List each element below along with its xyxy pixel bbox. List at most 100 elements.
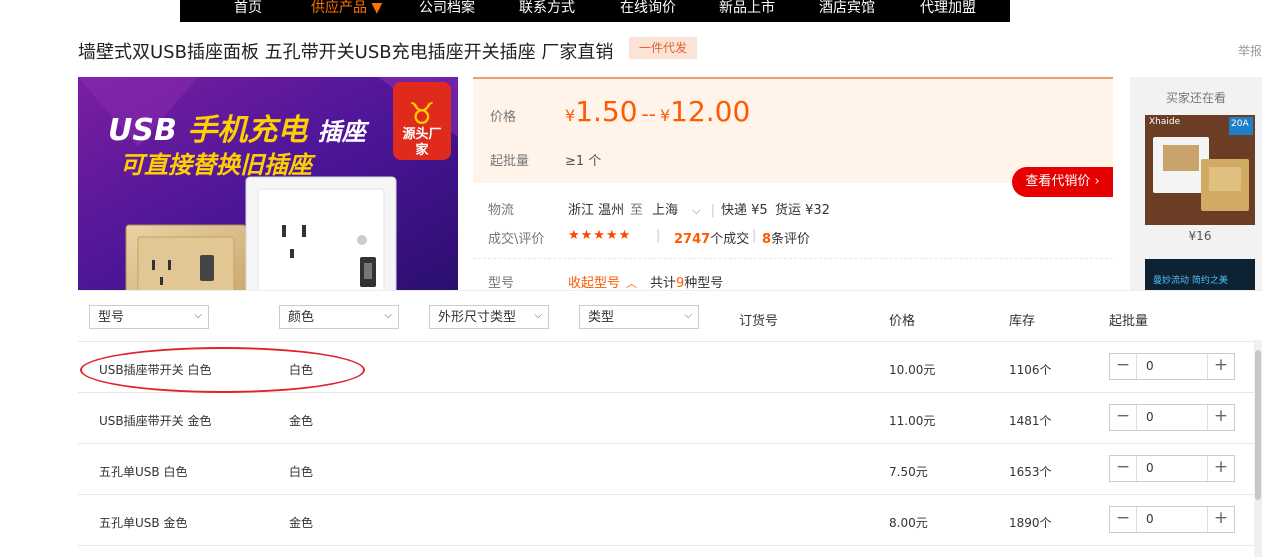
nav-contact[interactable]: 联系方式 xyxy=(519,0,575,22)
model-filter-label: 型号 xyxy=(98,310,125,325)
plus-icon[interactable]: + xyxy=(1207,456,1234,481)
banner-source-badge: 源头厂家 xyxy=(402,127,442,158)
banner-socket-text: 插座 xyxy=(317,118,366,146)
variant-table: 型号 ⌵ 颜色 ⌵ 外形尺寸类型 ⌵ 类型 ⌵ 订货号 价格 库存 起批量 USB插座带… xyxy=(78,290,1262,558)
rating-stars: ★★★★★ xyxy=(568,228,632,243)
also-viewed-thumb[interactable]: Xhaide 20A xyxy=(1145,115,1255,225)
type-filter-label: 类型 xyxy=(588,310,615,325)
header-moq: 起批量 xyxy=(1109,314,1149,329)
report-link[interactable]: 举报 xyxy=(1238,42,1262,59)
table-scrollbar-thumb[interactable] xyxy=(1255,350,1261,500)
banner-line1: USB 手机充电 插座 xyxy=(108,105,366,149)
row-stock: 1106个 xyxy=(1009,363,1052,377)
table-row: USB插座带开关 金色 金色 11.00元 1481个 − 0 + xyxy=(78,392,1254,444)
row-price: 11.00元 xyxy=(889,414,936,428)
quantity-stepper: − 0 + xyxy=(1109,506,1235,533)
plus-icon[interactable]: + xyxy=(1207,507,1234,532)
chevron-down-icon: ⌵ xyxy=(384,310,392,321)
minus-icon[interactable]: − xyxy=(1110,405,1137,430)
also-viewed-panel: 买家还在看 Xhaide 20A ¥16 曼妙流动 简约之美 xyxy=(1130,77,1262,290)
divider: | xyxy=(656,228,661,243)
quantity-input[interactable]: 0 xyxy=(1146,359,1154,373)
banner-usb-text: USB xyxy=(108,113,177,148)
logistics-label: 物流 xyxy=(488,203,515,218)
price-separator: -- xyxy=(641,102,656,126)
minus-icon[interactable]: − xyxy=(1110,354,1137,379)
switch-product-image xyxy=(1145,115,1255,225)
also-viewed-thumb-2[interactable]: 曼妙流动 简约之美 xyxy=(1145,259,1255,290)
banner-charging-text: 手机充电 xyxy=(187,113,308,148)
review-count[interactable]: 8条评价 xyxy=(762,228,810,247)
review-count-number: 8 xyxy=(762,232,772,247)
nav-products[interactable]: 供应产品 ▼ xyxy=(311,0,382,22)
minus-icon[interactable]: − xyxy=(1110,507,1137,532)
row-price: 7.50元 xyxy=(889,465,928,479)
model-label: 型号 xyxy=(488,276,515,291)
deal-count-unit: 个成交 xyxy=(710,232,750,247)
minus-icon[interactable]: − xyxy=(1110,456,1137,481)
logistics-row: 物流 浙江 温州 至 上海 ⌵ | 快递 ¥5 货运 ¥32 xyxy=(488,199,830,218)
nav-new[interactable]: 新品上市 xyxy=(719,0,775,22)
color-filter-label: 颜色 xyxy=(288,310,315,325)
chevron-down-icon: ⌵ xyxy=(194,310,202,321)
table-row xyxy=(78,545,1254,558)
model-filter-select[interactable]: 型号 ⌵ xyxy=(89,305,209,329)
row-price: 8.00元 xyxy=(889,516,928,530)
logistics-freight: 货运 ¥32 xyxy=(775,203,830,218)
row-stock: 1890个 xyxy=(1009,516,1052,530)
price-currency: ¥ xyxy=(565,106,576,125)
chevron-down-icon: ⌵ xyxy=(534,310,542,321)
chevron-down-icon: ⌵ xyxy=(684,310,692,321)
row-model: 五孔单USB 白色 xyxy=(99,465,188,479)
header-order-no: 订货号 xyxy=(739,314,779,329)
model-row: 型号 收起型号 ︿ 共计9种型号 xyxy=(488,272,723,291)
table-row: 五孔单USB 白色 白色 7.50元 1653个 − 0 + xyxy=(78,443,1254,495)
quantity-input[interactable]: 0 xyxy=(1146,461,1154,475)
nav-home[interactable]: 首页 xyxy=(234,0,262,22)
quantity-input[interactable]: 0 xyxy=(1146,410,1154,424)
chevron-down-icon: ⌵ xyxy=(692,204,701,217)
divider: | xyxy=(752,228,757,243)
product-image[interactable]: ♉ USB 手机充电 插座 可直接替换旧插座 源头厂家 xyxy=(78,77,458,292)
price-range: ¥1.50 -- ¥12.00 xyxy=(565,95,750,128)
product-title: 墙壁式双USB插座面板 五孔带开关USB充电插座开关插座 厂家直销 xyxy=(78,42,614,63)
chevron-up-icon: ︿ xyxy=(626,277,638,290)
deal-row: 成交\评价 ★★★★★ | 2747个成交 | 8条评价 xyxy=(488,228,810,247)
quantity-stepper: − 0 + xyxy=(1109,455,1235,482)
logistics-from: 浙江 温州 xyxy=(568,203,625,218)
quantity-stepper: − 0 + xyxy=(1109,404,1235,431)
banner-line2: 可直接替换旧插座 xyxy=(120,151,312,179)
logistics-destination-select[interactable]: 上海 ⌵ | xyxy=(652,199,715,218)
nav-inquiry[interactable]: 在线询价 xyxy=(620,0,676,22)
view-agent-price-button[interactable]: 查看代销价 › xyxy=(1012,167,1113,197)
thumb-brand-text: Xhaide xyxy=(1149,117,1181,127)
plus-icon[interactable]: + xyxy=(1207,354,1234,379)
size-filter-select[interactable]: 外形尺寸类型 ⌵ xyxy=(429,305,549,329)
quantity-input[interactable]: 0 xyxy=(1146,512,1154,526)
color-filter-select[interactable]: 颜色 ⌵ xyxy=(279,305,399,329)
nav-company[interactable]: 公司档案 xyxy=(419,0,475,22)
row-color: 金色 xyxy=(289,414,314,428)
row-color: 金色 xyxy=(289,516,314,530)
nav-hotel[interactable]: 酒店宾馆 xyxy=(819,0,875,22)
row-model: USB插座带开关 金色 xyxy=(99,414,212,428)
type-filter-select[interactable]: 类型 ⌵ xyxy=(579,305,699,329)
deal-count[interactable]: 2747个成交 xyxy=(674,228,749,247)
review-count-unit: 条评价 xyxy=(771,232,811,247)
row-price: 10.00元 xyxy=(889,363,936,377)
collapse-models-toggle[interactable]: 收起型号 ︿ xyxy=(568,272,637,291)
thumb2-text: 曼妙流动 简约之美 xyxy=(1153,276,1228,286)
also-viewed-title: 买家还在看 xyxy=(1165,91,1226,105)
price-panel: 价格 ¥1.50 -- ¥12.00 起批量 ≥1 个 xyxy=(473,77,1113,183)
size-filter-label: 外形尺寸类型 xyxy=(438,310,517,325)
header-price: 价格 xyxy=(889,314,916,329)
plus-icon[interactable]: + xyxy=(1207,405,1234,430)
highlight-circle xyxy=(80,347,365,393)
nav-agency[interactable]: 代理加盟 xyxy=(920,0,976,22)
logistics-express: 快递 ¥5 xyxy=(721,203,768,218)
moq-value: ≥1 个 xyxy=(565,154,602,169)
moq-label: 起批量 xyxy=(490,154,530,169)
price-min: 1.50 xyxy=(575,95,638,128)
row-model: 五孔单USB 金色 xyxy=(99,516,188,530)
logistics-to: 上海 xyxy=(652,203,679,218)
